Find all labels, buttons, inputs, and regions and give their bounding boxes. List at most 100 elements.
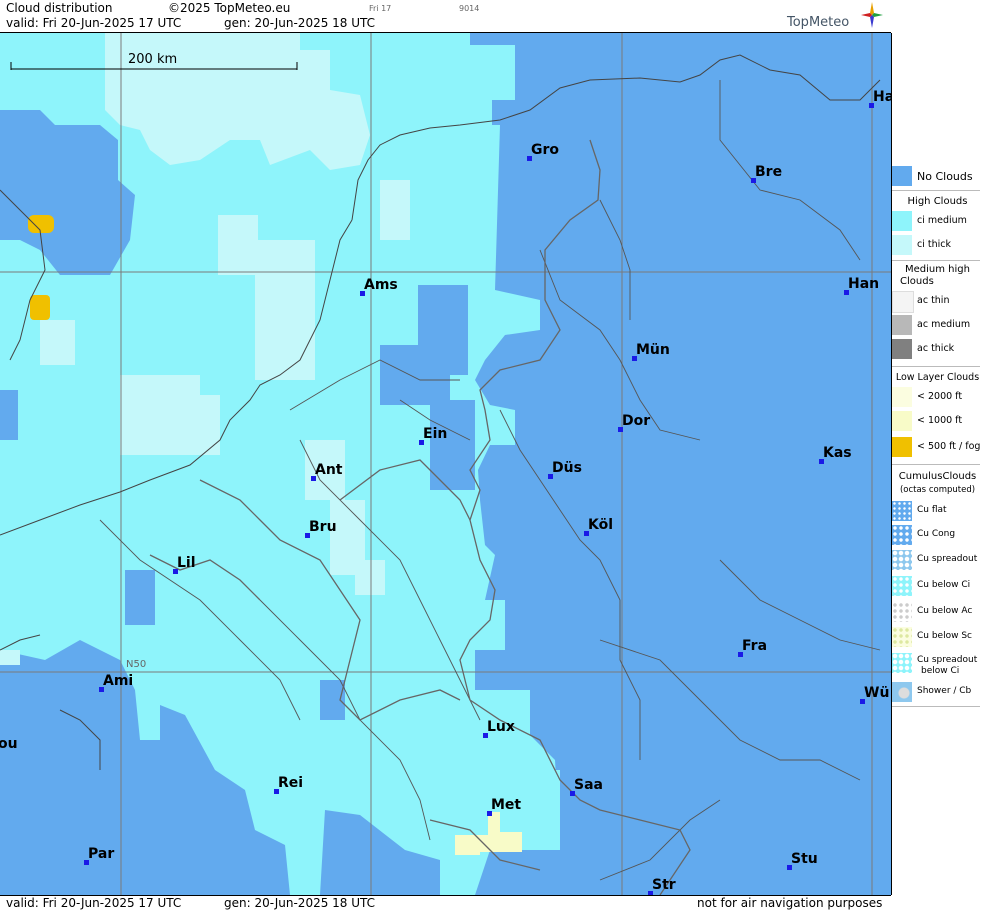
legend-high-title: High Clouds [907, 196, 968, 207]
city-label: Fra [742, 638, 768, 654]
city-label: Ein [423, 426, 448, 442]
legend-label: < 1000 ft [917, 415, 963, 426]
ci-thick-swatch [892, 235, 912, 255]
legend-medium-title-1: Medium high [905, 264, 970, 275]
legend-low-title: Low Layer Clouds [895, 372, 980, 383]
ci-medium-patch [320, 680, 345, 720]
city-label: Düs [552, 460, 582, 476]
legend-label: ac medium [917, 319, 971, 330]
footer-valid: valid: Fri 20-Jun-2025 17 UTC [6, 896, 182, 910]
city-label: Wü [864, 685, 890, 701]
legend-cu-below-ci: Cu below Ci [892, 576, 983, 598]
legend-label: Cu below Sc [917, 631, 972, 641]
low-500-swatch [892, 437, 912, 457]
legend-cu-cong: Cu Cong [892, 525, 983, 547]
legend-divider [892, 366, 980, 367]
legend-no-clouds: No Clouds [892, 166, 983, 188]
city-label: Ami [103, 673, 134, 689]
city-label: Par [88, 846, 115, 862]
city-label: Lux [487, 719, 515, 735]
legend-cu-title: CumulusClouds [898, 471, 977, 482]
city-label: Lil [177, 555, 196, 571]
legend-low-1000: < 1000 ft [892, 411, 983, 433]
cu-spreadout-swatch [892, 550, 912, 570]
legend-cu-flat: Cu flat [892, 501, 983, 523]
ci-medium-patch [475, 650, 505, 690]
topmeteo-logo[interactable]: TopMeteo [787, 2, 883, 30]
cu-below-sc-swatch [892, 627, 912, 647]
legend-ci-thick: ci thick [892, 235, 983, 257]
low-2000-swatch [892, 387, 912, 407]
ci-medium-patch [125, 570, 155, 625]
copyright: ©2025 TopMeteo.eu [168, 1, 291, 15]
legend-label: ci thick [917, 239, 951, 250]
legend-ac-thin: ac thin [892, 291, 983, 313]
ac-thin-swatch [892, 291, 914, 313]
city-label: Kas [823, 445, 852, 461]
legend-label: ci medium [917, 215, 967, 226]
legend-label: No Clouds [917, 170, 973, 183]
map-header: Cloud distribution ©2025 TopMeteo.eu Fri… [0, 0, 891, 33]
city-label: Ha [873, 89, 891, 105]
legend-ac-thick: ac thick [892, 339, 983, 361]
city-label: Mün [636, 342, 670, 358]
legend-label: Cu spreadout [917, 655, 978, 665]
city-label: Han [848, 276, 880, 292]
compass-icon [861, 2, 883, 28]
latitude-label: N50 [126, 659, 147, 670]
legend-label: Cu below Ac [917, 606, 973, 616]
map-canvas [0, 33, 891, 895]
map-footer: valid: Fri 20-Jun-2025 17 UTC gen: 20-Ju… [0, 895, 891, 910]
legend-label: < 2000 ft [917, 391, 963, 402]
legend-label: ac thick [917, 343, 955, 354]
legend-cu-below-ac: Cu below Ac [892, 602, 983, 624]
legend-label: Shower / Cb [917, 686, 972, 696]
ci-medium-patch [0, 390, 18, 440]
footer-generated: gen: 20-Jun-2025 18 UTC [224, 896, 376, 910]
map-title: Cloud distribution [6, 1, 113, 15]
city-label: Dor [622, 413, 651, 429]
low-fog-patch [30, 295, 50, 320]
city-label: Str [652, 877, 676, 893]
legend-label: Cu flat [917, 505, 947, 515]
legend-divider [892, 706, 980, 707]
legend-label: Cu below Ci [917, 580, 971, 590]
low-1000-swatch [892, 411, 912, 431]
city-label: Bru [309, 519, 337, 535]
city-label: Ant [315, 462, 343, 478]
cu-cong-swatch [892, 525, 912, 545]
disclaimer: not for air navigation purposes [697, 896, 883, 910]
city-label: Ams [364, 277, 398, 293]
city-label: Stu [791, 851, 818, 867]
ci-medium-swatch [892, 211, 912, 231]
legend-cu-spreadout: Cu spreadout [892, 550, 983, 572]
generated-time: gen: 20-Jun-2025 18 UTC [224, 16, 376, 30]
cu-below-ac-swatch [892, 602, 912, 622]
legend-label: ac thin [917, 295, 950, 306]
legend-divider [892, 260, 980, 261]
ci-medium-patch [380, 345, 450, 405]
shower-swatch [892, 682, 912, 702]
slider-day: Fri 17 [369, 4, 392, 13]
legend-label: below Ci [921, 666, 960, 676]
city-label: Köl [588, 517, 614, 533]
ac-thick-swatch [892, 339, 912, 359]
legend-label: Cu spreadout [917, 554, 978, 564]
brand-name: TopMeteo [787, 15, 850, 30]
city-label: Saa [574, 777, 603, 793]
legend-medium-title-2: Clouds [900, 276, 934, 287]
legend-cu-below-sc: Cu below Sc [892, 627, 983, 649]
cu-below-ci-swatch [892, 576, 912, 596]
city-label: ou [0, 736, 18, 752]
ac-medium-swatch [892, 315, 912, 335]
cloud-map[interactable]: 200 km N50 Ha Gro Bre Ams Han Mün Ein Dor Kas Ant… [0, 33, 892, 895]
legend-shower: Shower / Cb [892, 682, 983, 704]
city-label: Met [491, 797, 522, 813]
city-label: Gro [531, 142, 560, 158]
legend-cu-sub: (octas computed) [899, 485, 976, 495]
city-label: Rei [278, 775, 304, 791]
legend-ci-medium: ci medium [892, 211, 983, 233]
legend-low-500: < 500 ft / fog [892, 437, 983, 459]
legend-low-2000: < 2000 ft [892, 387, 983, 409]
city-label: Bre [755, 164, 783, 180]
